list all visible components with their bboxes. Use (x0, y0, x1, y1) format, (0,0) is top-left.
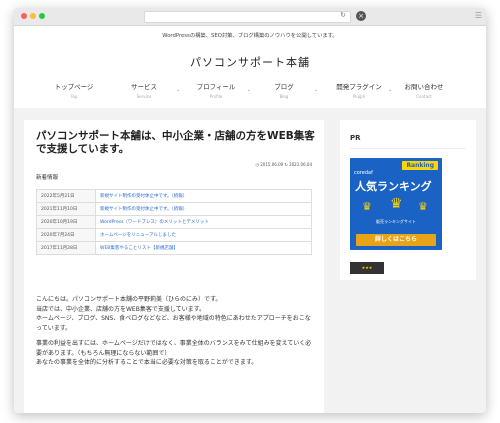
crown-icon: ♛ (390, 196, 403, 212)
nav-label: トップページ (54, 83, 94, 91)
news-link[interactable]: 新規サイト制作の受付休止中です。（続報） (95, 189, 312, 203)
banner-brand: coredaf (354, 170, 373, 176)
news-date: 2021年11月10日 (36, 202, 96, 216)
post-dates: ◷ 2015.06.09 ↻ 2022.06.04 (24, 162, 312, 167)
nav-label: サービス (131, 83, 157, 91)
nav-item-blog[interactable]: ブログ Blog (254, 81, 314, 99)
sidebar: PR Ranking coredaf 人気ランキング ♛ ♛ ♛ 販売ランキング… (340, 120, 476, 280)
table-row: 2021年11月10日 新規サイト制作の受付休止中です。（続報） (36, 202, 312, 216)
crown-icon: ♛ (362, 200, 372, 213)
close-window-button[interactable] (21, 13, 27, 19)
nav-sublabel: Contact (416, 94, 432, 99)
news-date: 2017年11月28日 (36, 241, 96, 255)
news-date: 2020年7月24日 (36, 228, 96, 242)
news-heading: 新着情報 (36, 175, 59, 181)
nav-sublabel: Profile (209, 94, 223, 99)
post-body: こんにちは。パソコンサポート本舗の平野莉美（ひらのにみ）です。 当店では、中小企… (36, 295, 312, 368)
chevron-down-icon[interactable]: ⌄ (176, 87, 180, 93)
update-icon: ↻ (284, 162, 288, 167)
banner-sub: 販売ランキングサイト (376, 219, 416, 224)
table-row: 2020年10月19日 WordPress（ワードプレス）のメリットとデメリット (36, 215, 312, 229)
news-link[interactable]: ホームページをリニューアルしました (95, 228, 312, 242)
news-date: 2022年5月21日 (36, 189, 96, 203)
news-table: 2022年5月21日 新規サイト制作の受付休止中です。（続報） 2021年11月… (36, 189, 312, 255)
site-tagline: WordPressの構築、SEO対策、ブログ構築のノウハウを公開しています。 (162, 33, 338, 39)
divider (350, 148, 466, 149)
nav-sublabel: Top (70, 94, 78, 99)
table-row: 2020年7月24日 ホームページをリニューアルしました (36, 228, 312, 242)
browser-window: ↻ × ☰ WordPressの構築、SEO対策、ブログ構築のノウハウを公開して… (14, 8, 486, 413)
reload-icon[interactable]: ↻ (340, 11, 346, 19)
main-content: パソコンサポート本舗は、中小企業・店舗の方をWEB集客で支援しています。 ◷ 2… (24, 120, 324, 413)
browser-menu-icon[interactable]: ☰ (475, 11, 482, 20)
ranking-badge: Ranking (402, 161, 438, 170)
nav-label: ブログ (274, 83, 294, 91)
body-line: こんにちは。パソコンサポート本舗の平野莉美（ひらのにみ）です。 (36, 296, 222, 303)
banner-title: 人気ランキング (355, 180, 432, 193)
nav-sublabel: Plugin (352, 94, 366, 99)
nav-label: お問い合わせ (404, 83, 444, 91)
body-line: 当店では、中小企業、店舗の方をWEB集客で支援しています。 (36, 305, 206, 313)
body-line: あなたの事業を全体的に分析することで本当に必要な対策を取ることができます。 (36, 359, 258, 366)
chevron-down-icon[interactable]: ⌄ (314, 87, 318, 93)
nav-item-profile[interactable]: プロフィール Profile (186, 81, 246, 99)
maximize-window-button[interactable] (39, 13, 45, 19)
site-logo[interactable]: パソコンサポート本舗 (14, 54, 486, 70)
chevron-down-icon[interactable]: ⌄ (247, 87, 251, 93)
nav-label: 開発プラグイン (336, 83, 382, 91)
global-nav: トップページ Top サービス Service ⌄ プロフィール Profile… (14, 81, 486, 105)
news-link[interactable]: WordPress（ワードプレス）のメリットとデメリット (95, 215, 312, 229)
nav-sublabel: Blog (279, 94, 289, 99)
nav-item-top[interactable]: トップページ Top (44, 81, 104, 99)
nav-item-service[interactable]: サービス Service (114, 81, 174, 99)
clock-icon: ◷ (255, 162, 259, 167)
news-link[interactable]: 新規サイト制作の受付休止中です。（続報） (95, 202, 312, 216)
address-bar[interactable]: ↻ (144, 11, 351, 23)
nav-label: プロフィール (196, 83, 236, 91)
crown-icon: ♛ (418, 200, 428, 213)
nav-item-contact[interactable]: お問い合わせ Contact (394, 81, 454, 99)
browser-titlebar: ↻ × ☰ (14, 8, 486, 26)
body-line: 事業の利益を出すには、ホームページだけではなく、事業全体のバランスをみて仕組みを… (36, 340, 312, 357)
sidebar-heading: PR (350, 134, 361, 142)
updated-date: 2022.06.04 (289, 162, 312, 167)
nav-item-plugin[interactable]: 開発プラグイン Plugin (329, 81, 389, 99)
table-row: 2017年11月28日 WEB集客やることリスト【新規店舗】 (36, 241, 312, 255)
nav-sublabel: Service (136, 94, 152, 99)
mini-ad-banner[interactable]: ★★★ (350, 262, 384, 274)
post-title: パソコンサポート本舗は、中小企業・店舗の方をWEB集客で支援しています。 (36, 130, 315, 155)
news-date: 2020年10月19日 (36, 215, 96, 229)
site-header: WordPressの構築、SEO対策、ブログ構築のノウハウを公開しています。 パ… (14, 26, 486, 108)
table-row: 2022年5月21日 新規サイト制作の受付休止中です。（続報） (36, 189, 312, 203)
ranking-ad-banner[interactable]: Ranking coredaf 人気ランキング ♛ ♛ ♛ 販売ランキングサイト… (350, 158, 442, 250)
body-line: ホームページ、ブログ、SNS、食べログなどなど、お客様や地域の特色にあわせたアプ… (36, 315, 311, 332)
news-link[interactable]: WEB集客やることリスト【新規店舗】 (95, 241, 312, 255)
website: WordPressの構築、SEO対策、ブログ構築のノウハウを公開しています。 パ… (14, 26, 486, 413)
minimize-window-button[interactable] (30, 13, 36, 19)
chevron-down-icon[interactable]: ⌄ (388, 87, 392, 93)
banner-more-button[interactable]: 詳しくはこちら (356, 234, 436, 246)
published-date: 2015.06.09 (260, 162, 284, 167)
stop-icon[interactable]: × (356, 11, 366, 21)
